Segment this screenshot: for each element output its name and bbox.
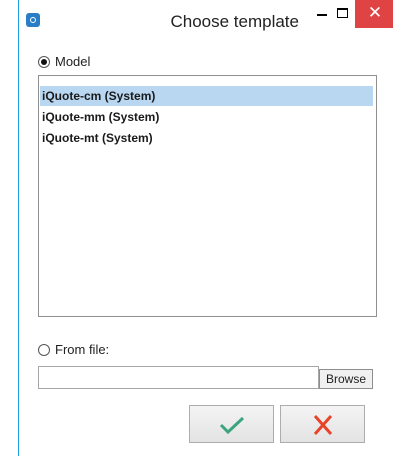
model-radio-label[interactable]: Model <box>55 54 90 69</box>
list-item[interactable]: iQuote-cm (System) <box>40 86 373 106</box>
list-item[interactable]: iQuote-mt (System) <box>40 128 373 148</box>
file-path-input[interactable] <box>38 366 319 389</box>
browse-button[interactable]: Browse <box>319 369 373 389</box>
model-radio[interactable] <box>38 56 50 68</box>
model-list[interactable]: iQuote-cm (System) iQuote-mm (System) iQ… <box>38 75 377 317</box>
list-item[interactable]: iQuote-mm (System) <box>40 107 373 127</box>
cross-icon <box>313 415 333 435</box>
minimize-icon[interactable] <box>312 2 332 28</box>
title-bar[interactable]: Choose template ✕ <box>19 0 393 38</box>
from-file-radio[interactable] <box>38 344 50 356</box>
checkmark-icon <box>219 416 245 435</box>
window-title: Choose template <box>170 12 299 31</box>
cancel-button[interactable] <box>280 405 365 443</box>
maximize-icon[interactable] <box>332 2 352 28</box>
from-file-radio-label[interactable]: From file: <box>55 342 109 357</box>
close-button[interactable]: ✕ <box>355 0 393 28</box>
ok-button[interactable] <box>189 405 274 443</box>
close-icon: ✕ <box>367 3 383 23</box>
choose-template-dialog: Choose template ✕ Model iQuote-cm (Syste… <box>18 0 393 456</box>
